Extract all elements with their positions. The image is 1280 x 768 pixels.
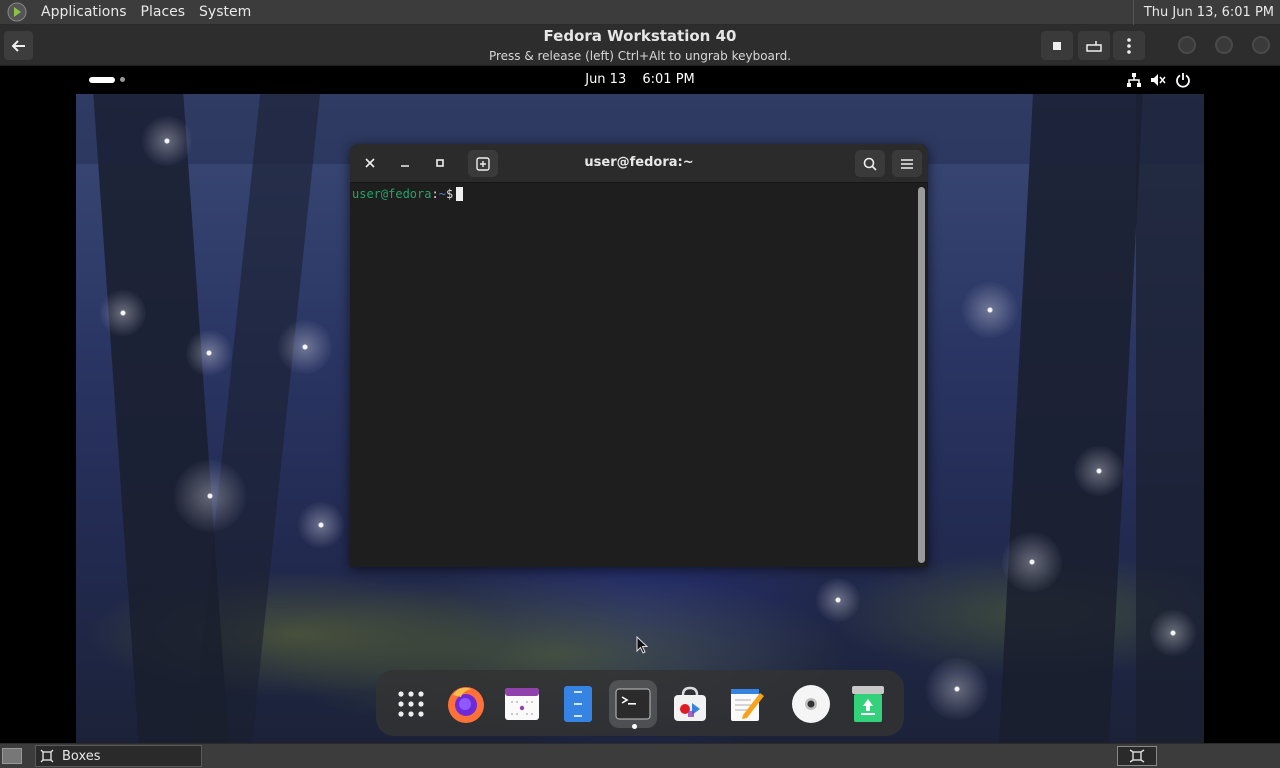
dash (376, 670, 904, 736)
stop-button[interactable] (1041, 31, 1073, 60)
show-desktop-button[interactable] (2, 748, 22, 764)
network-icon[interactable] (1126, 72, 1142, 88)
applications-menu[interactable]: Applications (34, 0, 134, 25)
dash-trash[interactable] (844, 680, 892, 728)
gnome-date: Jun 13 (585, 72, 627, 87)
close-window-button[interactable] (1252, 36, 1270, 54)
files-icon (564, 686, 592, 722)
dash-disks[interactable] (787, 680, 835, 728)
terminal-window[interactable]: user@fedora:~ user@fedora:~$ (350, 144, 928, 567)
firefox-icon (448, 687, 484, 723)
boxes-header-bar: Fedora Workstation 40 Press & release (l… (0, 25, 1280, 66)
terminal-search-button[interactable] (855, 150, 885, 177)
calendar-icon (505, 688, 539, 720)
dash-terminal[interactable] (609, 680, 657, 728)
text-cursor (456, 187, 464, 201)
prompt-symbol: $ (445, 187, 454, 201)
text-editor-icon (731, 689, 764, 721)
software-store-icon (674, 686, 706, 721)
app-grid-icon (398, 691, 424, 717)
terminal-title: user@fedora:~ (584, 155, 694, 170)
terminal-headerbar[interactable]: user@fedora:~ (350, 144, 928, 183)
terminal-running-indicator (632, 724, 637, 729)
dash-app-grid[interactable] (387, 680, 435, 728)
terminal-icon (615, 688, 651, 720)
gnome-clock[interactable]: Jun 13 6:01 PM (0, 72, 1280, 87)
trash-recycle-icon (852, 686, 884, 722)
keyboard-icon (1086, 40, 1102, 52)
prompt-separator: : (431, 187, 439, 201)
dash-calendar[interactable] (498, 680, 546, 728)
boxes-app-icon (40, 749, 54, 763)
kebab-menu-icon (1127, 37, 1131, 54)
prompt-path: ~ (438, 187, 446, 201)
workspace-switcher[interactable] (1117, 746, 1157, 766)
dash-files[interactable] (554, 680, 602, 728)
system-menu[interactable]: System (192, 0, 258, 25)
dash-software[interactable] (666, 680, 714, 728)
power-icon[interactable] (1175, 72, 1191, 88)
terminal-prompt: user@fedora:~$ (352, 187, 464, 201)
more-options-button[interactable] (1113, 31, 1145, 60)
places-menu[interactable]: Places (134, 0, 193, 25)
keyboard-button[interactable] (1078, 31, 1110, 60)
disks-icon (792, 685, 830, 723)
host-bottom-panel: Boxes (0, 743, 1280, 768)
taskbar-item-label: Boxes (62, 748, 101, 764)
search-icon (863, 157, 877, 171)
prompt-user: user@fedora (352, 187, 432, 201)
host-clock[interactable]: Thu Jun 13, 6:01 PM (1132, 0, 1280, 25)
dash-firefox[interactable] (442, 680, 490, 728)
host-top-panel: Applications Places System Thu Jun 13, 6… (0, 0, 1280, 25)
app-menu-logo-icon[interactable] (6, 1, 28, 23)
terminal-scrollbar[interactable] (918, 187, 925, 563)
terminal-menu-button[interactable] (892, 150, 922, 177)
gnome-top-bar: Jun 13 6:01 PM (0, 66, 1280, 94)
stop-icon (1053, 41, 1061, 50)
gnome-time: 6:01 PM (642, 72, 695, 87)
dash-text-editor[interactable] (723, 680, 771, 728)
hamburger-menu-icon (901, 158, 913, 169)
mouse-pointer-icon (636, 636, 648, 654)
minimize-window-button[interactable] (1178, 36, 1196, 54)
workspace-icon (1129, 749, 1145, 763)
taskbar-item-boxes[interactable]: Boxes (35, 745, 202, 767)
terminal-body[interactable]: user@fedora:~$ (350, 183, 928, 567)
maximize-window-button[interactable] (1215, 36, 1233, 54)
volume-muted-icon[interactable] (1150, 72, 1166, 88)
